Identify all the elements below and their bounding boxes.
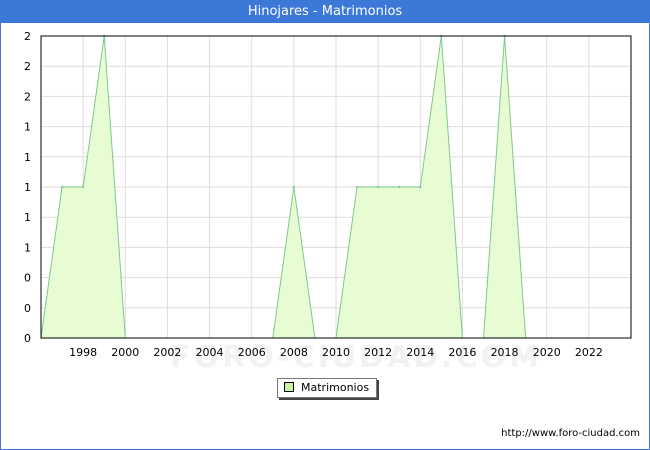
y-tick-label: 1 — [24, 181, 31, 194]
y-tick-label: 1 — [24, 241, 31, 254]
y-tick-label: 0 — [24, 272, 31, 285]
chart-frame: Hinojares - Matrimonios FORO-CIUDAD.COM 0… — [0, 0, 650, 450]
data-point — [376, 185, 380, 189]
data-point — [60, 185, 64, 189]
data-point — [355, 185, 359, 189]
x-tick-label: 2006 — [238, 346, 266, 359]
x-tick-label: 2010 — [322, 346, 350, 359]
legend-swatch — [284, 382, 294, 392]
data-point — [292, 185, 296, 189]
data-point — [398, 185, 401, 189]
data-point — [419, 185, 422, 189]
source-url[interactable]: http://www.foro-ciudad.com — [501, 428, 640, 439]
y-tick-label: 1 — [24, 211, 31, 224]
x-tick-label: 2004 — [196, 346, 224, 359]
data-point — [81, 185, 85, 189]
watermark: FORO-CIUDAD.COM — [170, 340, 542, 375]
x-tick-label: 2000 — [111, 346, 139, 359]
legend-label: Matrimonios — [301, 381, 370, 394]
x-tick-label: 2020 — [533, 346, 561, 359]
y-tick-label: 0 — [24, 332, 31, 345]
x-tick-label: 2002 — [153, 346, 181, 359]
x-tick-label: 2022 — [575, 346, 603, 359]
x-tick-label: 1998 — [69, 346, 97, 359]
y-tick-label: 1 — [24, 121, 31, 134]
y-tick-label: 2 — [24, 30, 31, 43]
y-tick-label: 1 — [24, 151, 31, 164]
x-tick-label: 2014 — [406, 346, 434, 359]
x-tick-label: 2008 — [280, 346, 308, 359]
x-tick-label: 2016 — [448, 346, 476, 359]
y-tick-label: 0 — [24, 302, 31, 315]
legend: Matrimonios — [277, 378, 378, 398]
y-tick-label: 2 — [24, 60, 31, 73]
x-tick-label: 2018 — [491, 346, 519, 359]
x-tick-label: 2012 — [364, 346, 392, 359]
y-tick-label: 2 — [24, 90, 31, 103]
